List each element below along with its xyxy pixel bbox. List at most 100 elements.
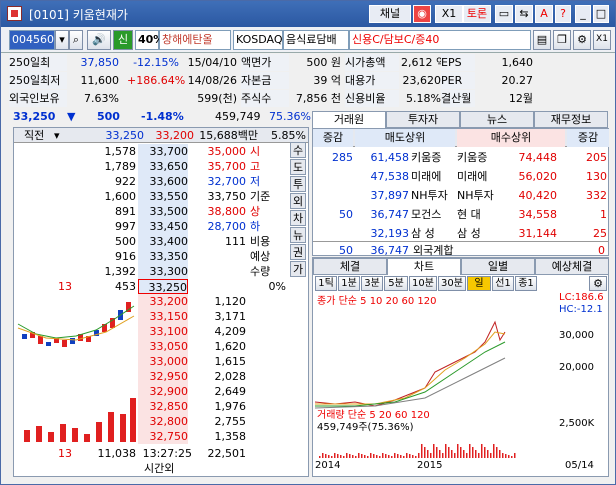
chart-tab-0[interactable]: 체결 [313, 258, 387, 275]
alert-icon[interactable]: A [535, 5, 553, 23]
side-tab-4[interactable]: 차 [290, 210, 306, 226]
info-cell-0-6: 시가총액 [345, 54, 399, 71]
side-tab-5[interactable]: 뉴 [290, 227, 306, 243]
volume-bar [475, 450, 477, 458]
help-button[interactable]: ? [555, 5, 571, 23]
side-tab-7[interactable]: 가 [290, 261, 306, 277]
channel-button[interactable]: 채널 [369, 5, 411, 23]
side-tab-2[interactable]: 투 [290, 176, 306, 192]
trade-tab-0[interactable]: 거래원 [312, 111, 386, 128]
bid-price[interactable]: 32,850 [138, 399, 188, 414]
memo-icon[interactable]: ▤ [533, 30, 551, 50]
link-icon[interactable]: ⇆ [515, 5, 533, 23]
volume-bar [331, 456, 333, 458]
bid-price[interactable]: 33,050 [138, 339, 188, 354]
stock-name: 창해에탄올 [159, 30, 231, 50]
info-cell-2-9: 12월 [508, 92, 533, 105]
period-8[interactable]: 종1 [515, 276, 537, 291]
info-cell-0-9: 1,640 [501, 56, 534, 69]
ask-price[interactable]: 33,650 [138, 159, 188, 174]
bid-price[interactable]: 33,000 [138, 354, 188, 369]
down-arrow-icon: ▼ [67, 110, 76, 123]
bid-qty: 1,620 [214, 340, 247, 353]
bid-price[interactable]: 32,950 [138, 369, 188, 384]
mode-dropdown[interactable]: 직전 [24, 128, 44, 143]
title-bar: [0101] 키움현재가 채널 ◉ X1 토론 ▭ ⇆ A ? _ □ [1, 1, 615, 27]
period-4[interactable]: 10분 [409, 276, 437, 291]
volume-bar [130, 398, 136, 442]
side-tab-0[interactable]: 수 [290, 142, 306, 158]
ask-price[interactable]: 33,450 [138, 219, 188, 234]
summary-value: 38,800 [207, 205, 247, 218]
period-3[interactable]: 5분 [384, 276, 408, 291]
code-dropdown-icon[interactable]: ▾ [55, 30, 69, 50]
bid-price[interactable]: 33,100 [138, 324, 188, 339]
volume-bar [415, 456, 417, 458]
volume-bar [373, 454, 375, 458]
trade-row: 50 36,747 모건스 현 대 34,558 1 [313, 206, 609, 224]
speaker-icon[interactable]: 🔊 [87, 30, 111, 50]
maximize-button[interactable]: □ [593, 5, 609, 23]
period-6[interactable]: 일 [467, 276, 491, 291]
ask-price[interactable]: 33,550 [138, 189, 188, 204]
volume-bar [496, 447, 498, 458]
bid-price[interactable]: 33,150 [138, 309, 188, 324]
period-0[interactable]: 1틱 [315, 276, 337, 291]
volume-bar [355, 456, 357, 458]
toron-button[interactable]: 토론 [463, 5, 491, 23]
bid-qty: 4,209 [214, 325, 247, 338]
trade-cell: 37,897 [370, 189, 410, 202]
side-tab-6[interactable]: 권 [290, 244, 306, 260]
layout-icon[interactable]: ▭ [495, 5, 513, 23]
chart-tab-2[interactable]: 일별 [461, 258, 535, 275]
chevron-down-icon[interactable]: ▾ [54, 128, 60, 143]
bid-price[interactable]: 33,200 [138, 294, 188, 309]
volume-bar [343, 456, 345, 458]
ask-price[interactable]: 33,400 [138, 234, 188, 249]
trade-tab-1[interactable]: 투자자 [386, 111, 460, 128]
after-hours[interactable]: 시간외 [144, 461, 194, 476]
volume-bar [322, 453, 324, 458]
side-tab-1[interactable]: 도 [290, 159, 306, 175]
period-7[interactable]: 선1 [492, 276, 514, 291]
summary-key: 저 [250, 175, 261, 188]
channel-icon[interactable]: ◉ [413, 5, 431, 23]
bid-price[interactable]: 32,800 [138, 414, 188, 429]
bid-price[interactable]: 32,900 [138, 384, 188, 399]
trade-tab-2[interactable]: 뉴스 [460, 111, 534, 128]
ask-qty: 922 [115, 175, 136, 188]
x1-toolbar-button[interactable]: X1 [593, 30, 611, 50]
volume-bar [481, 444, 483, 458]
bid-price[interactable]: 32,750 [138, 429, 188, 444]
ask-price[interactable]: 33,350 [138, 249, 188, 264]
ask-price[interactable]: 33,300 [138, 264, 188, 279]
trade-cell: 285 [332, 151, 353, 164]
chart-tab-3[interactable]: 예상체결 [535, 258, 609, 275]
chart-gear-icon[interactable]: ⚙ [589, 276, 607, 291]
gear-icon[interactable]: ⚙ [573, 30, 591, 50]
info-cell-2-5: 7,856 천 [295, 92, 341, 105]
ask-price[interactable]: 33,250 [138, 279, 188, 294]
copy-icon[interactable]: ❐ [553, 30, 571, 50]
chart-tab-1[interactable]: 차트 [387, 258, 461, 275]
volume-bar [394, 453, 396, 458]
ask-price[interactable]: 33,700 [138, 144, 188, 159]
side-tab-3[interactable]: 외 [290, 193, 306, 209]
minimize-button[interactable]: _ [575, 5, 591, 23]
volume-bar [472, 447, 474, 458]
amount-rate: 5.85% [271, 129, 306, 142]
search-icon[interactable]: ⌕ [69, 30, 83, 50]
period-1[interactable]: 1분 [338, 276, 360, 291]
ask-price[interactable]: 33,600 [138, 174, 188, 189]
volume-bar [319, 456, 321, 458]
trade-cell: 47,538 [370, 170, 410, 183]
trade-tab-3[interactable]: 재무정보 [534, 111, 608, 128]
period-2[interactable]: 3분 [361, 276, 383, 291]
trade-h4: 증감 [567, 129, 609, 147]
ask-price[interactable]: 33,500 [138, 204, 188, 219]
period-5[interactable]: 30분 [438, 276, 466, 291]
window-title: [0101] 키움현재가 [29, 8, 128, 22]
stock-code-input[interactable]: 004560 [9, 30, 55, 50]
x1-button[interactable]: X1 [435, 5, 463, 23]
volume-bar [388, 455, 390, 458]
